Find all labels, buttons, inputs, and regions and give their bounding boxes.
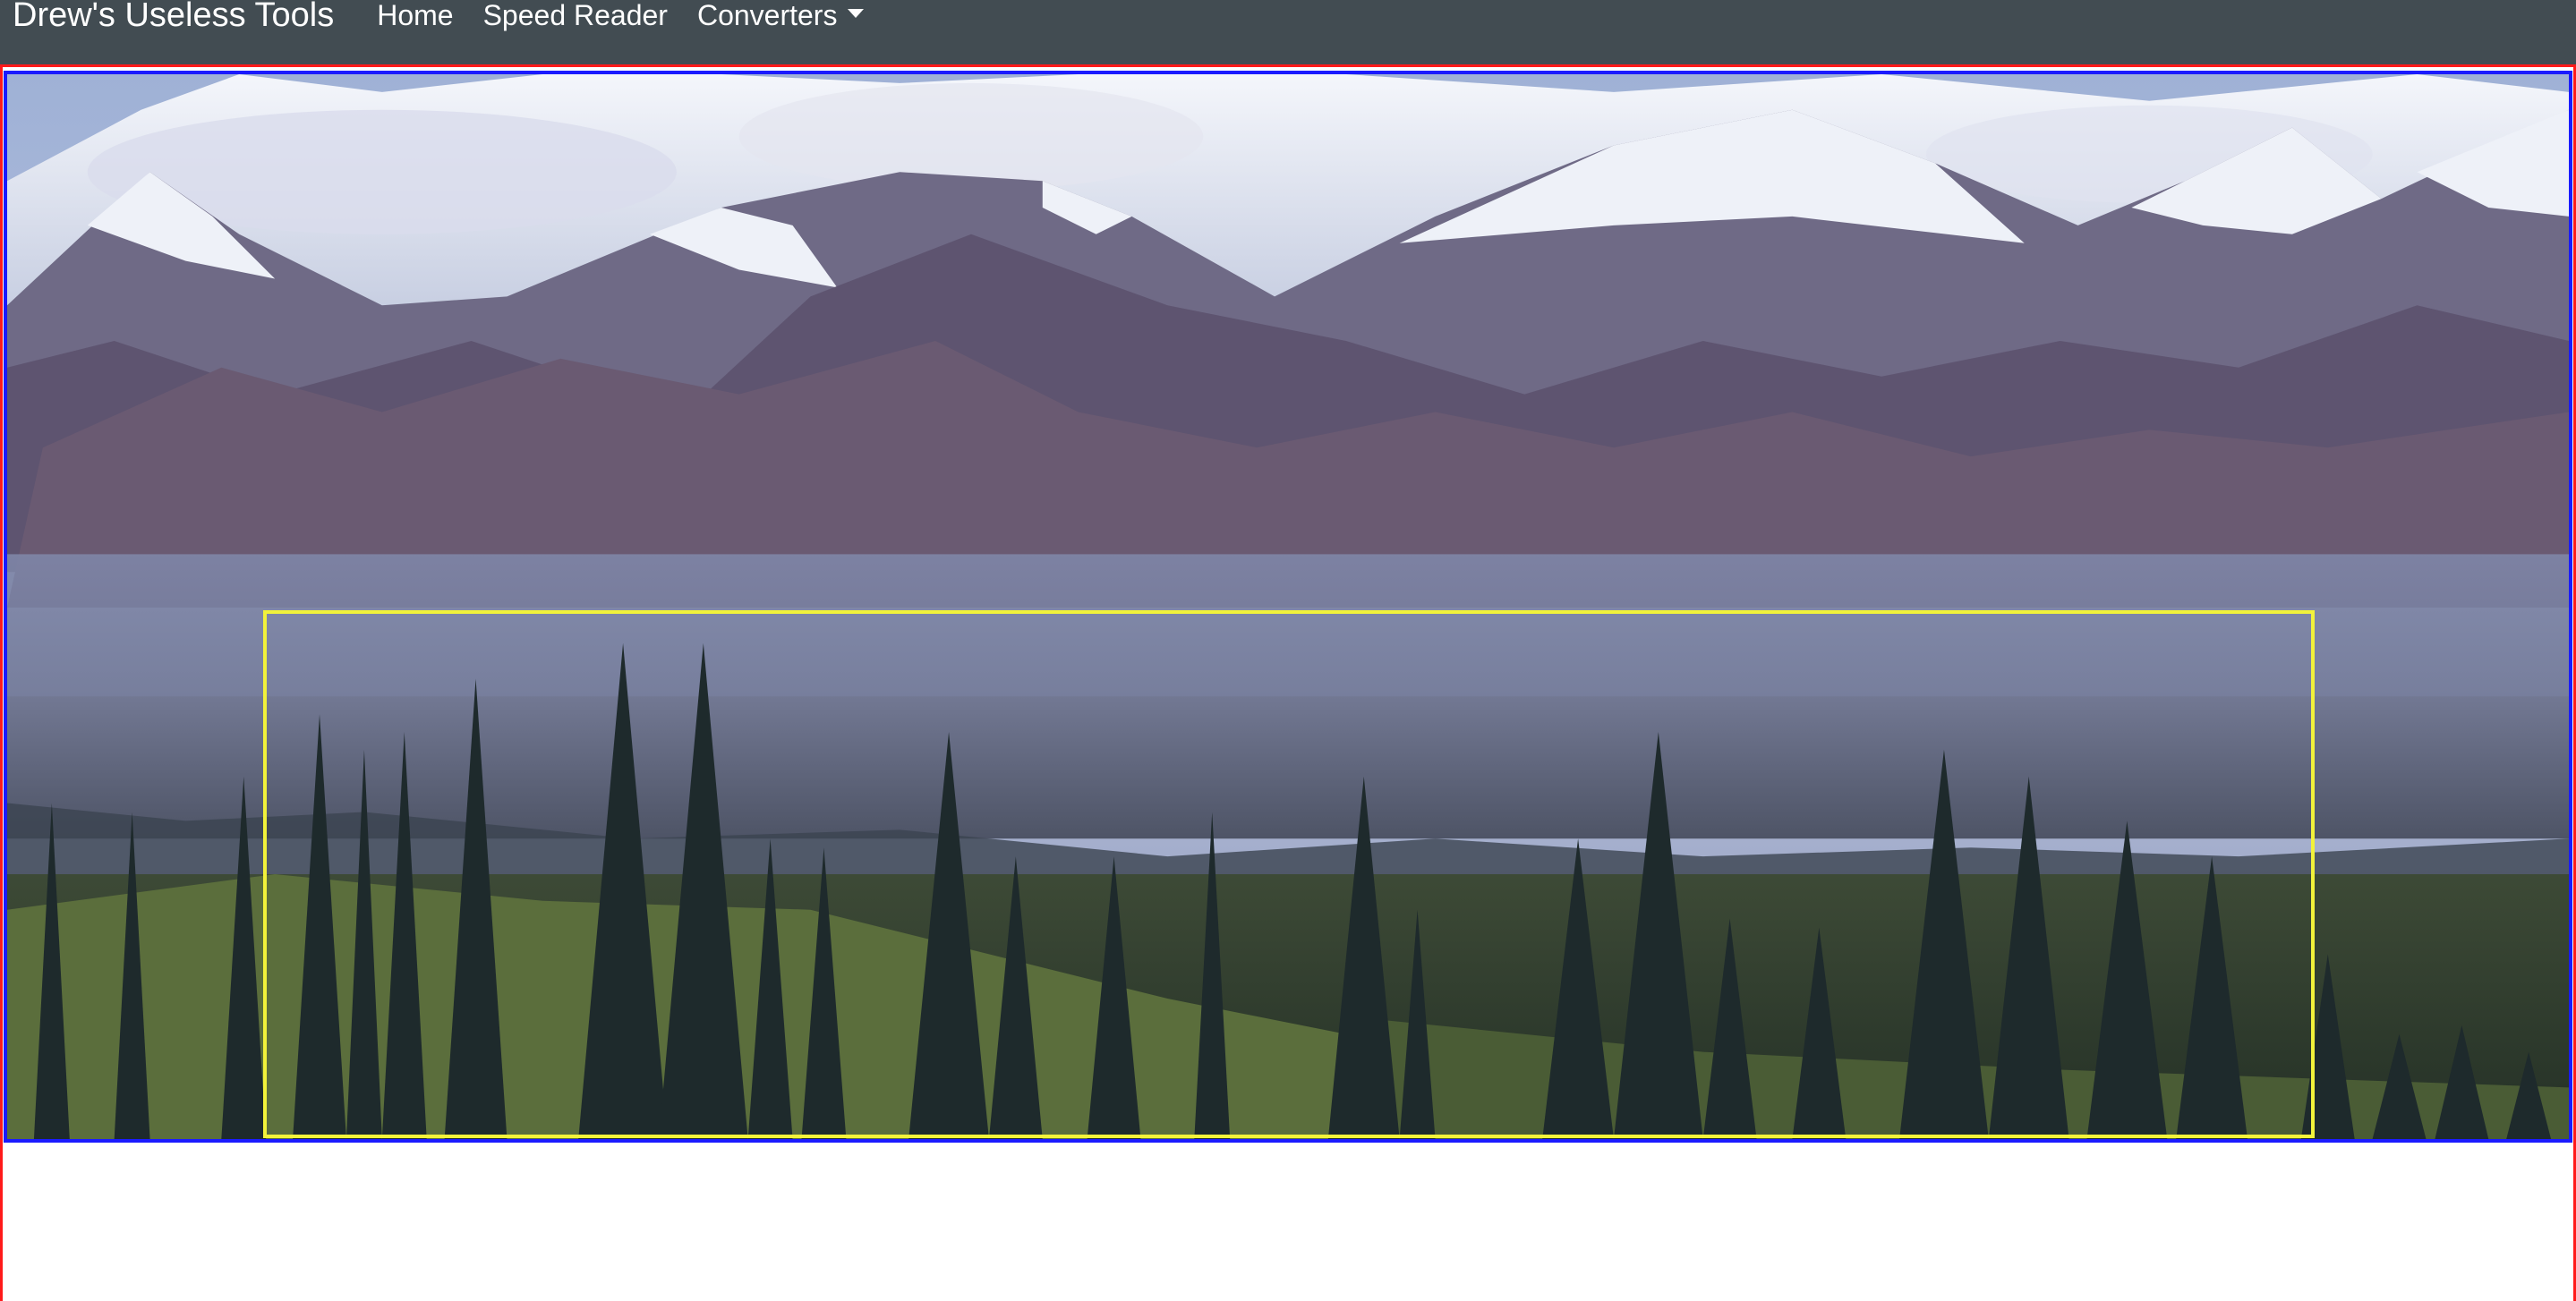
nav-converters-dropdown[interactable]: Converters (697, 0, 865, 30)
brand-link[interactable]: Drew's Useless Tools (13, 0, 334, 32)
nav-home-link[interactable]: Home (377, 0, 453, 30)
nav-speed-reader-link[interactable]: Speed Reader (483, 0, 668, 30)
nav-speed-reader-label: Speed Reader (482, 0, 668, 31)
selection-highlight-box (263, 610, 2315, 1138)
nav-links: Home Speed Reader Converters (377, 0, 893, 30)
top-navbar: Drew's Useless Tools Home Speed Reader C… (0, 0, 2576, 64)
chevron-down-icon (848, 9, 865, 18)
nav-home-label: Home (377, 0, 454, 31)
nav-converters-label: Converters (696, 0, 838, 31)
